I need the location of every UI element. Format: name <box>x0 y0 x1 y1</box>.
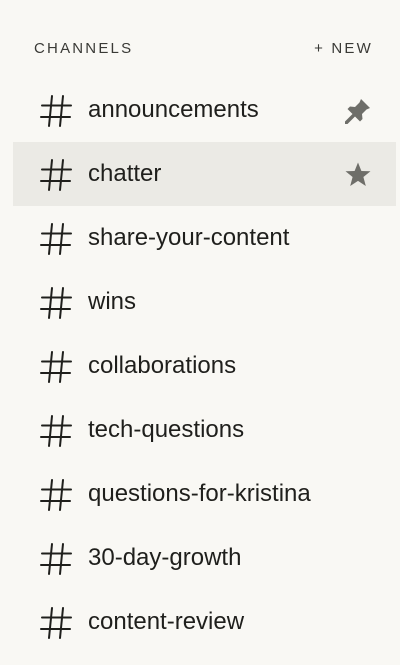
channel-item-questions-for-kristina[interactable]: questions-for-kristina <box>13 462 396 526</box>
hash-icon <box>39 350 73 384</box>
channel-item-content-review[interactable]: content-review <box>13 590 396 654</box>
channel-label: chatter <box>88 160 162 187</box>
pin-icon[interactable] <box>344 97 372 125</box>
channel-item-tech-questions[interactable]: tech-questions <box>13 398 396 462</box>
channel-item-chatter[interactable]: chatter <box>13 142 396 206</box>
channel-item-announcements[interactable]: announcements <box>13 78 396 142</box>
hash-icon <box>39 478 73 512</box>
channel-item-share-your-content[interactable]: share-your-content <box>13 206 396 270</box>
hash-icon <box>39 414 73 448</box>
channel-label: tech-questions <box>88 416 245 443</box>
star-icon[interactable] <box>344 161 372 189</box>
hash-icon <box>39 606 73 640</box>
channel-label: questions-for-kristina <box>88 480 311 507</box>
channel-list: announcements chatter share-your-content <box>13 78 396 654</box>
channel-label: content-review <box>88 608 245 635</box>
channel-label: wins <box>88 288 137 315</box>
channel-item-30-day-growth[interactable]: 30-day-growth <box>13 526 396 590</box>
channels-section-header: CHANNELS + NEW <box>34 38 373 58</box>
new-channel-button[interactable]: + NEW <box>314 40 373 57</box>
channel-label: collaborations <box>88 352 237 379</box>
channels-sidebar: CHANNELS + NEW announcements chatter sha… <box>0 0 400 665</box>
hash-icon <box>39 222 73 256</box>
channel-label: 30-day-growth <box>88 544 242 571</box>
hash-icon <box>39 286 73 320</box>
channel-item-collaborations[interactable]: collaborations <box>13 334 396 398</box>
channel-item-wins[interactable]: wins <box>13 270 396 334</box>
channel-label: share-your-content <box>88 224 290 251</box>
channel-label: announcements <box>88 96 259 123</box>
hash-icon <box>39 542 73 576</box>
hash-icon <box>39 94 73 128</box>
hash-icon <box>39 158 73 192</box>
section-title: CHANNELS <box>34 39 134 57</box>
